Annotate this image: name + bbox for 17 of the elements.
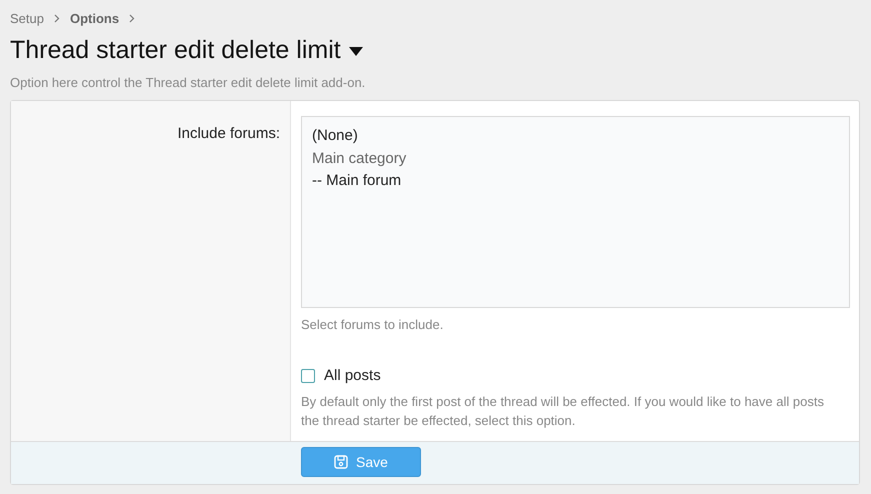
checkbox[interactable] (301, 368, 315, 382)
field-hint: By default only the first post of the thread will be effected. If you would like to have all posts (301, 393, 825, 411)
caret-icon[interactable] (348, 47, 363, 56)
checkbox-label[interactable]: All posts (324, 367, 381, 384)
forum-option[interactable]: (None) (312, 125, 839, 148)
field-label: Include forums: (177, 125, 280, 142)
forum-option: Main category (312, 148, 839, 170)
chevron-icon (129, 14, 136, 22)
page-description: Option here control the Thread starter edit delete limit add-on. (10, 75, 366, 90)
field-hint: the thread starter be effected, select this option. (301, 412, 576, 430)
breadcrumb-link[interactable]: Setup (10, 10, 44, 26)
chevron-icon (54, 14, 60, 22)
save-icon (334, 455, 348, 469)
field-hint: Select forums to include. (301, 317, 444, 332)
page-title: Thread starter edit delete limit (10, 36, 341, 65)
breadcrumb-link[interactable]: Options (70, 10, 120, 26)
forum-option[interactable]: -- Main forum (312, 170, 839, 192)
